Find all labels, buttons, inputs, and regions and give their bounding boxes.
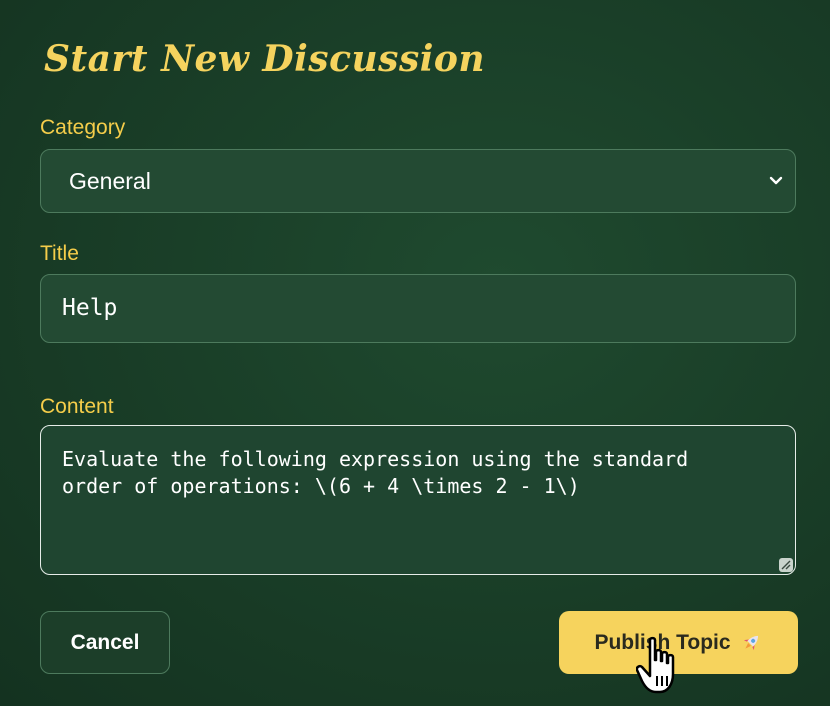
title-input[interactable]: Help (40, 274, 796, 343)
title-input-value: Help (62, 295, 118, 321)
category-label: Category (40, 116, 126, 139)
page-title: Start New Discussion (44, 38, 486, 80)
cancel-button-label: Cancel (70, 630, 140, 654)
resize-handle-icon[interactable] (779, 558, 793, 572)
chevron-down-icon (769, 176, 783, 185)
content-textarea[interactable]: Evaluate the following expression using … (40, 425, 796, 575)
content-textarea-value: Evaluate the following expression using … (62, 447, 701, 498)
category-select[interactable]: General (40, 149, 796, 213)
cancel-button[interactable]: Cancel (40, 611, 170, 674)
content-label: Content (40, 395, 114, 418)
title-label: Title (40, 242, 79, 265)
rocket-icon (743, 635, 758, 650)
category-selected-value: General (69, 168, 151, 194)
hand-pointer-cursor-icon (636, 636, 675, 694)
